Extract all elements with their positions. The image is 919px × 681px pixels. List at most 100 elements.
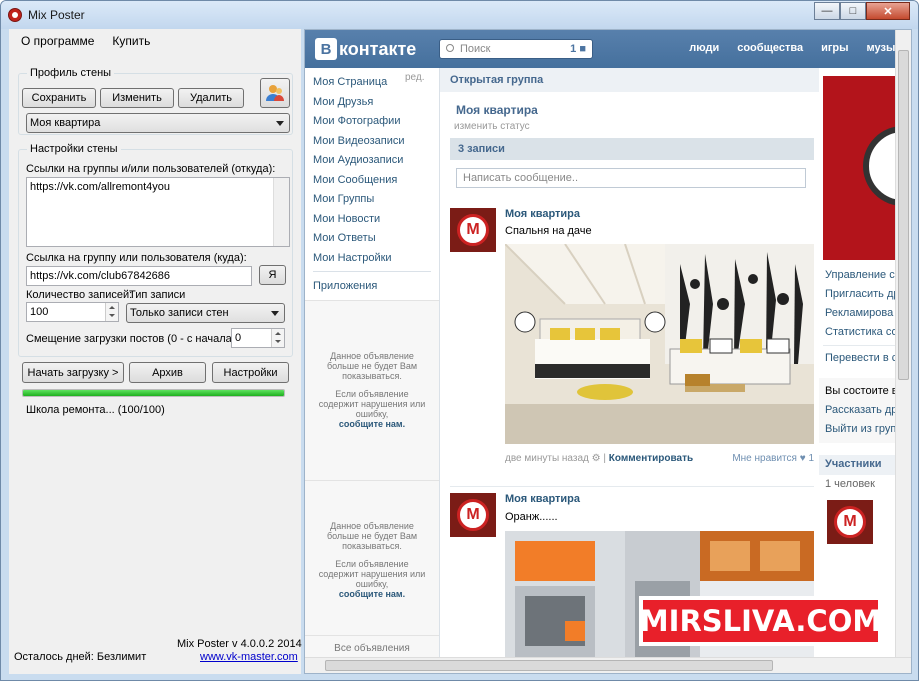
vk-search-input[interactable]: Поиск 1 ■ [439,39,593,59]
menu-my-photos[interactable]: Мои Фотографии [305,111,439,131]
vk-logo-letter: В [315,38,337,60]
chevron-down-icon [276,121,284,126]
post-author[interactable]: Моя квартира [505,493,580,505]
delete-button[interactable]: Удалить [178,88,244,108]
menu-my-news[interactable]: Мои Новости [305,209,439,229]
menu-my-friends[interactable]: Мои Друзья [305,92,439,112]
days-left-label: Осталось дней: Безлимит [14,651,147,663]
control-panel: О программе Купить Профиль стены Сохрани… [9,29,302,674]
vk-logo[interactable]: В контакте [315,38,416,60]
profile-select[interactable]: Моя квартира [26,113,290,133]
settings-group-title: Настройки стены [27,143,121,155]
start-download-button[interactable]: Начать загрузку > [22,362,124,383]
textarea-scrollbar[interactable] [273,178,289,246]
menu-my-groups[interactable]: Мои Группы [305,189,439,209]
edit-button[interactable]: Изменить [100,88,174,108]
ad-report-link[interactable]: сообщите нам. [339,419,405,429]
settings-button[interactable]: Настройки [212,362,289,383]
member-avatar[interactable]: M [827,500,873,544]
from-links-textarea[interactable]: https://vk.com/allremont4you [26,177,290,247]
archive-button[interactable]: Архив [129,362,206,383]
like-button[interactable]: Мне нравится ♥ 1 [732,453,814,464]
progress-bar [22,389,285,397]
count-value: 100 [30,306,49,318]
ad-block-1: Данное объявление больше не будет Вам по… [305,300,439,480]
browser-vertical-scrollbar[interactable] [895,30,911,659]
post-text: Спальня на даче [505,225,592,237]
version-label: Mix Poster v 4.0.0.2 2014 [177,638,302,650]
ad-report-text: Если объявление содержит нарушения или о… [318,389,426,419]
metro-logo-icon: M [457,214,489,246]
ad-report-text: Если объявление содержит нарушения или о… [318,559,426,589]
vk-search-placeholder: Поиск [460,43,491,55]
to-link-value: https://vk.com/club67842686 [30,270,171,282]
like-label: Мне нравится [732,453,797,464]
menu-divider [313,271,431,272]
gear-icon[interactable]: ⚙ [592,453,601,464]
window-title: Mix Poster [28,8,85,22]
menu-my-videos[interactable]: Мои Видеозаписи [305,131,439,151]
chevron-down-icon [271,311,279,316]
comment-link[interactable]: Комментировать [609,453,693,464]
menu-edit-link[interactable]: ред. [405,72,425,83]
count-label: Количество записей: [26,289,133,301]
like-count: 1 [808,453,814,464]
menu-about[interactable]: О программе [21,34,94,48]
change-status-link[interactable]: изменить статус [454,121,530,132]
scroll-thumb[interactable] [898,50,909,380]
vk-top-nav: люди сообщества игры музыка [689,42,907,54]
me-button[interactable]: Я [259,265,286,285]
watermark-banner: MIRSLIVA.COM [639,596,882,646]
menu-my-audio[interactable]: Мои Аудиозаписи [305,150,439,170]
close-button[interactable]: ✕ [866,2,910,20]
search-icon [446,44,454,52]
count-stepper[interactable]: 100 [26,302,119,322]
site-link[interactable]: www.vk-master.com [200,651,298,663]
scroll-thumb[interactable] [325,660,773,671]
user-icon [266,85,284,101]
post-time[interactable]: две минуты назад [505,453,589,464]
nav-games[interactable]: игры [821,42,848,54]
wall-header[interactable]: 3 записи [450,138,814,160]
menu-my-settings[interactable]: Мои Настройки [305,248,439,268]
menu-my-answers[interactable]: Мои Ответы [305,228,439,248]
minimize-button[interactable]: — [814,2,840,20]
to-label: Ссылка на группу или пользователя (куда)… [26,252,247,264]
app-window: Mix Poster — □ ✕ О программе Купить Проф… [0,0,919,681]
menu-apps[interactable]: Приложения [305,276,439,296]
post-meta: две минуты назад ⚙ | Комментировать Мне … [505,453,814,464]
notification-count[interactable]: 1 ■ [570,43,586,55]
save-button[interactable]: Сохранить [22,88,96,108]
type-select[interactable]: Только записи стен [126,303,285,323]
menu-bar: О программе Купить [9,29,301,53]
title-bar[interactable]: Mix Poster — □ ✕ [1,1,918,29]
stepper-arrows-icon[interactable] [105,303,118,321]
menu-buy[interactable]: Купить [112,34,150,48]
ad-report-link[interactable]: сообщите нам. [339,589,405,599]
avatar[interactable]: M [450,208,496,252]
vk-header: В контакте Поиск 1 ■ люди сообщества игр… [305,30,911,68]
new-post-input[interactable]: Написать сообщение.. [456,168,806,188]
avatar[interactable]: M [450,493,496,537]
from-label: Ссылки на группы и/или пользователей (от… [26,163,276,175]
ad-hidden-text: Данное объявление больше не будет Вам по… [326,351,418,381]
vk-logo-text: контакте [339,38,417,59]
metro-logo-icon: M [457,499,489,531]
nav-communities[interactable]: сообщества [737,42,803,54]
app-logo-icon [8,8,22,22]
offset-stepper[interactable]: 0 [231,328,285,348]
menu-my-messages[interactable]: Мои Сообщения [305,170,439,190]
post-photo-bedroom[interactable] [505,244,814,444]
nav-people[interactable]: люди [689,42,719,54]
breadcrumb: Открытая группа [440,68,819,92]
type-select-value: Только записи стен [130,307,229,319]
offset-label: Смещение загрузки постов (0 - с начала): [26,333,239,345]
user-profile-button[interactable] [260,78,290,108]
maximize-button[interactable]: □ [840,2,866,20]
ad-hidden-text: Данное объявление больше не будет Вам по… [326,521,418,551]
post-author[interactable]: Моя квартира [505,208,580,220]
to-link-input[interactable]: https://vk.com/club67842686 [26,266,252,286]
browser-horizontal-scrollbar[interactable] [305,657,911,673]
notification-count-value: 1 [570,43,577,55]
stepper-arrows-icon[interactable] [271,329,284,347]
